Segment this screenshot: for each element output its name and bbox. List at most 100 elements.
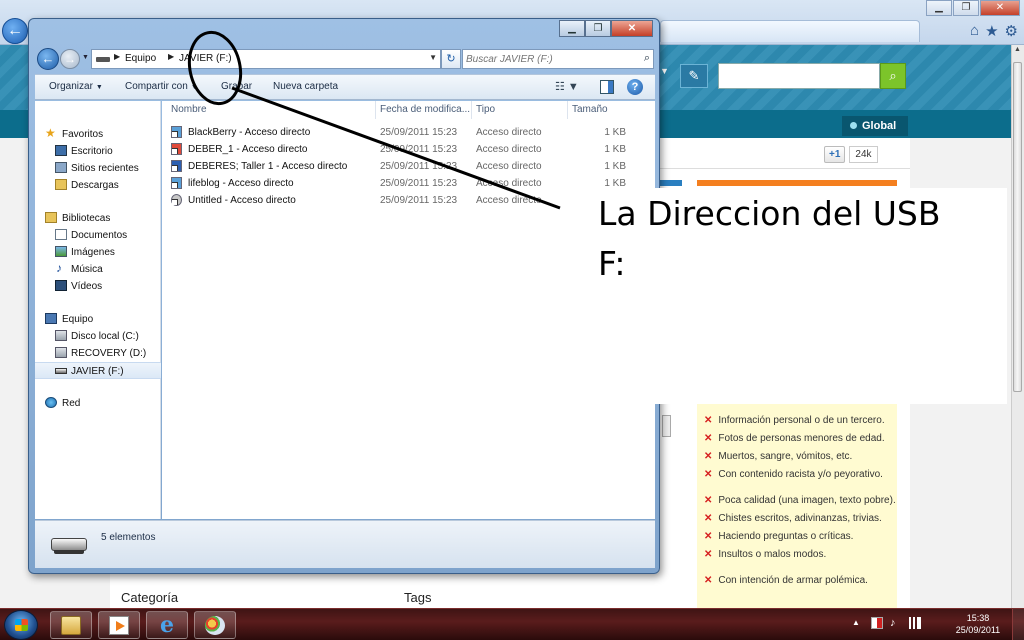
favorites-star-icon[interactable]: ★ (985, 22, 998, 40)
browser-tab[interactable] (660, 20, 920, 42)
site-global-label: Global (862, 120, 897, 132)
explorer-maximize-button[interactable]: ❐ (585, 20, 611, 37)
search-icon[interactable]: ⌕ (644, 52, 650, 65)
pictures-icon (55, 246, 67, 257)
explorer-address-bar: ← → ▼ ▶ Equipo ▶ JAVIER (F:) ▼ ↻ ⌕ (29, 45, 659, 73)
nav-drive-c[interactable]: Disco local (C:) (35, 328, 161, 345)
downloads-folder-icon (55, 179, 67, 190)
share-button[interactable]: Compartir con ▼ (125, 81, 198, 92)
site-search-input[interactable] (718, 63, 880, 89)
file-row[interactable]: lifeblog - Acceso directo 25/09/2011 15:… (162, 175, 655, 192)
chevron-down-icon: ▼ (95, 84, 103, 91)
site-search-button[interactable]: ⌕ (880, 63, 906, 89)
explorer-minimize-button[interactable]: ▁ (559, 20, 585, 37)
view-options-icon[interactable]: ☷ ▼ (555, 80, 589, 95)
file-row[interactable]: Untitled - Acceso directo 25/09/2011 15:… (162, 192, 655, 209)
explorer-search-input[interactable] (466, 52, 634, 66)
new-folder-button[interactable]: Nueva carpeta (273, 81, 338, 92)
rule-item: ✕ Chistes escritos, adivinanzas, trivias. (704, 513, 882, 524)
documents-icon (55, 229, 67, 240)
chevron-down-icon[interactable]: ▼ (660, 66, 676, 84)
nav-recent-places[interactable]: Sitios recientes (35, 160, 161, 177)
address-box[interactable]: ▶ Equipo ▶ JAVIER (F:) ▼ (91, 49, 441, 69)
nav-computer[interactable]: Equipo (35, 311, 161, 328)
rule-item: ✕ Fotos de personas menores de edad. (704, 433, 885, 444)
file-list: Nombre Fecha de modifica... Tipo Tamaño … (162, 101, 655, 519)
organize-button[interactable]: Organizar ▼ (49, 81, 103, 92)
address-dropdown-icon[interactable]: ▼ (429, 53, 437, 62)
nav-desktop[interactable]: Escritorio (35, 143, 161, 160)
computer-icon (45, 313, 57, 324)
site-global-tab[interactable]: Global (842, 116, 908, 136)
details-pane: 5 elementos (35, 520, 655, 568)
show-hidden-icons-icon[interactable]: ▲ (852, 617, 864, 629)
nav-network[interactable]: Red (35, 395, 161, 412)
tools-gear-icon[interactable]: ⚙ (1005, 22, 1018, 40)
rule-item: ✕ Con contenido racista y/o peyorativo. (704, 469, 883, 480)
browser-minimize-button[interactable]: ▁ (926, 0, 952, 16)
taskbar-explorer-button[interactable] (50, 611, 92, 639)
column-header-type[interactable]: Tipo (476, 104, 495, 115)
network-icon (45, 397, 57, 408)
column-divider[interactable] (471, 101, 472, 119)
forward-arrow-icon[interactable]: → (60, 49, 80, 69)
browser-back-button[interactable]: ← (2, 18, 28, 44)
taskbar-clock[interactable]: 15:38 25/09/2011 (952, 612, 1004, 636)
history-dropdown-icon[interactable]: ▼ (82, 54, 89, 61)
volume-icon[interactable]: ♪ (890, 617, 902, 629)
page-scroll-thumb[interactable] (1013, 62, 1022, 392)
site-edit-button[interactable]: ✎ (680, 64, 708, 88)
drive-icon (96, 57, 110, 62)
browser-maximize-button[interactable]: ❐ (953, 0, 979, 16)
action-center-flag-icon[interactable] (871, 617, 883, 629)
help-icon[interactable]: ? (627, 79, 643, 95)
nav-favorites[interactable]: ★ Favoritos (35, 126, 161, 143)
column-divider[interactable] (567, 101, 568, 119)
internet-explorer-icon: e (160, 612, 174, 638)
burn-button[interactable]: Grabar (221, 81, 252, 92)
column-header-size[interactable]: Tamaño (572, 104, 608, 115)
nav-drive-f[interactable]: JAVIER (F:) (35, 362, 161, 379)
file-row[interactable]: DEBERES; Taller 1 - Acceso directo 25/09… (162, 158, 655, 175)
recent-places-icon (55, 162, 67, 173)
nav-libraries[interactable]: Bibliotecas (35, 210, 161, 227)
file-row[interactable]: BlackBerry - Acceso directo 25/09/2011 1… (162, 124, 655, 141)
column-header-name[interactable]: Nombre (171, 104, 207, 115)
taskbar-media-player-button[interactable] (98, 611, 140, 639)
scroll-up-icon[interactable]: ▲ (1012, 46, 1023, 60)
column-header-date[interactable]: Fecha de modifica... (380, 104, 470, 115)
taskbar: e ▲ ♪ 15:38 25/09/2011 (0, 608, 1024, 640)
desktop-icon (55, 145, 67, 156)
cross-icon: ✕ (704, 513, 713, 524)
explorer-close-button[interactable]: ✕ (611, 20, 653, 37)
file-row[interactable]: DEBER_1 - Acceso directo 25/09/2011 15:2… (162, 141, 655, 158)
explorer-titlebar[interactable]: ▁ ❐ ✕ (29, 19, 659, 45)
breadcrumb-current[interactable]: JAVIER (F:) (179, 53, 232, 64)
back-arrow-icon[interactable]: ← (37, 48, 59, 70)
nav-downloads[interactable]: Descargas (35, 177, 161, 194)
explorer-command-bar: Organizar ▼ Compartir con ▼ Grabar Nueva c… (35, 74, 655, 100)
taskbar-paint-button[interactable] (194, 611, 236, 639)
breadcrumb-equipo[interactable]: Equipo (125, 53, 156, 64)
gplus-button[interactable]: +1 (824, 146, 846, 163)
nav-documents[interactable]: Documentos (35, 227, 161, 244)
home-icon[interactable]: ⌂ (970, 22, 979, 40)
inner-scroll-handle[interactable] (662, 415, 671, 437)
preview-pane-icon[interactable] (600, 80, 614, 94)
refresh-icon[interactable]: ↻ (441, 49, 461, 69)
show-desktop-button[interactable] (1012, 609, 1024, 640)
untitled-shortcut-icon (171, 194, 182, 206)
network-signal-icon[interactable] (909, 617, 921, 629)
browser-close-button[interactable]: ✕ (980, 0, 1020, 16)
star-icon: ★ (45, 126, 56, 140)
nav-videos[interactable]: Vídeos (35, 278, 161, 295)
column-divider[interactable] (375, 101, 376, 119)
start-button[interactable] (4, 610, 38, 640)
browser-tools: ⌂ ★ ⚙ (970, 22, 1018, 40)
taskbar-ie-button[interactable]: e (146, 611, 188, 639)
nav-drive-d[interactable]: RECOVERY (D:) (35, 345, 161, 362)
nav-pictures[interactable]: Imágenes (35, 244, 161, 261)
cross-icon: ✕ (704, 495, 713, 506)
rule-item: ✕ Insultos o malos modos. (704, 549, 827, 560)
nav-music[interactable]: ♪ Música (35, 261, 161, 278)
